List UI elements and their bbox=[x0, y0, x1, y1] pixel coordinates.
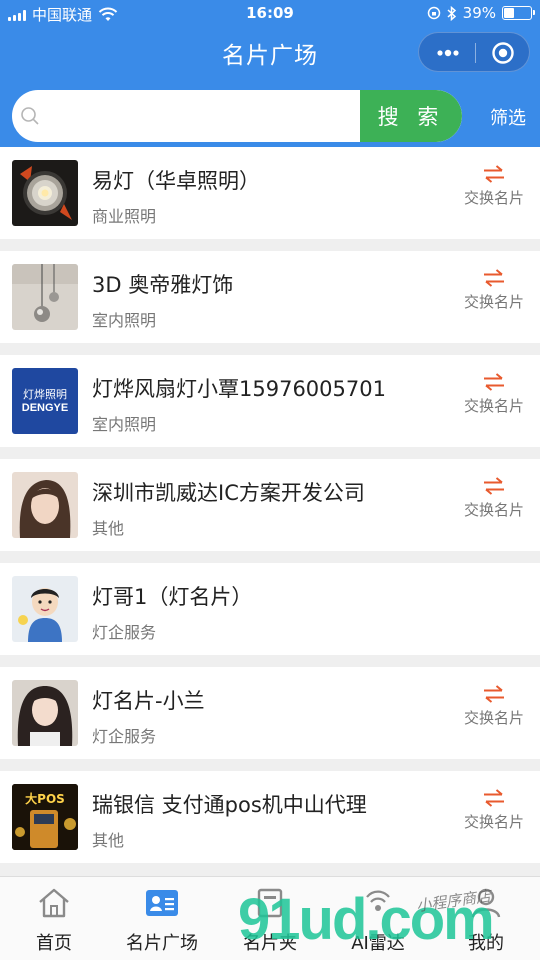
bluetooth-icon bbox=[447, 5, 456, 21]
card-name: 瑞银信 支付通pos机中山代理 bbox=[92, 793, 367, 817]
exchange-card-button[interactable]: 交换名片 bbox=[456, 789, 532, 832]
card-category: 商业照明 bbox=[92, 207, 157, 226]
status-bar: 中国联通 16:09 39% bbox=[0, 0, 540, 28]
tab-label: 我的 bbox=[468, 933, 504, 954]
orientation-lock-icon bbox=[427, 6, 440, 20]
tab-home[interactable]: 首页 bbox=[0, 887, 108, 955]
tab-label: 名片广场 bbox=[126, 933, 198, 954]
card-category: 其他 bbox=[92, 831, 125, 850]
card-item[interactable]: 大POS 瑞银信 支付通pos机中山代理 其他 交换名片 bbox=[0, 771, 540, 863]
card-name: 灯烨风扇灯小覃15976005701 bbox=[92, 377, 386, 401]
tab-bar: 首页 名片广场 名片夹 AI雷达 我的 bbox=[0, 876, 540, 960]
folder-icon bbox=[257, 888, 283, 918]
ad-text: 大POS bbox=[25, 792, 65, 806]
card-name: 灯名片-小兰 bbox=[92, 689, 205, 713]
tab-label: 首页 bbox=[36, 933, 72, 954]
card-name: 易灯（华卓照明） bbox=[92, 169, 260, 193]
card-item[interactable]: 灯烨照明 DENGYE 灯烨风扇灯小覃15976005701 室内照明 交换名片 bbox=[0, 355, 540, 447]
filter-button[interactable]: 筛选 bbox=[490, 104, 526, 130]
exchange-label: 交换名片 bbox=[463, 501, 524, 519]
tab-card-folder[interactable]: 名片夹 bbox=[216, 887, 324, 955]
card-name: 灯哥1（灯名片） bbox=[92, 585, 253, 609]
battery-icon bbox=[502, 6, 535, 20]
pendant-lamp-photo-avatar bbox=[12, 264, 78, 330]
close-program-icon[interactable] bbox=[491, 41, 515, 65]
card-category: 其他 bbox=[92, 519, 125, 538]
card-name: 深圳市凯威达IC方案开发公司 bbox=[92, 481, 365, 505]
exchange-icon bbox=[484, 269, 504, 287]
battery-fill bbox=[504, 8, 514, 18]
mini-program-capsule bbox=[418, 32, 530, 72]
exchange-card-button[interactable]: 交换名片 bbox=[456, 165, 532, 208]
downlight-photo-avatar bbox=[12, 160, 78, 226]
card-item[interactable]: 灯哥1（灯名片） 灯企服务 bbox=[0, 563, 540, 655]
card-item[interactable]: 灯名片-小兰 灯企服务 交换名片 bbox=[0, 667, 540, 759]
exchange-label: 交换名片 bbox=[463, 189, 524, 207]
tab-label: 名片夹 bbox=[243, 933, 297, 954]
exchange-icon bbox=[484, 373, 504, 391]
header-bar: 中国联通 16:09 39% 名片广场 搜 索 筛选 bbox=[0, 0, 540, 147]
exchange-card-button[interactable]: 交换名片 bbox=[456, 685, 532, 728]
logo-subtext: DENGYE bbox=[21, 402, 69, 414]
person-photo-avatar bbox=[12, 472, 78, 538]
card-category: 灯企服务 bbox=[92, 727, 157, 746]
card-name: 3D 奥帝雅灯饰 bbox=[92, 273, 234, 297]
card-item[interactable]: 易灯（华卓照明） 商业照明 交换名片 bbox=[0, 147, 540, 239]
exchange-icon bbox=[484, 477, 504, 495]
exchange-label: 交换名片 bbox=[463, 293, 524, 311]
logo-text: 灯烨照明 bbox=[23, 388, 67, 401]
card-category: 室内照明 bbox=[92, 311, 157, 330]
more-options-icon[interactable] bbox=[433, 43, 463, 63]
card-item[interactable]: 3D 奥帝雅灯饰 室内照明 交换名片 bbox=[0, 251, 540, 343]
profile-icon bbox=[471, 888, 501, 918]
pos-ad-avatar: 大POS bbox=[12, 784, 78, 850]
exchange-card-button[interactable]: 交换名片 bbox=[456, 477, 532, 520]
exchange-icon bbox=[484, 685, 504, 703]
tab-ai-radar[interactable]: AI雷达 bbox=[324, 887, 432, 955]
person-photo-avatar bbox=[12, 680, 78, 746]
exchange-label: 交换名片 bbox=[463, 813, 524, 831]
home-icon bbox=[39, 888, 69, 918]
tab-mine[interactable]: 我的 bbox=[432, 887, 540, 955]
card-item[interactable]: 深圳市凯威达IC方案开发公司 其他 交换名片 bbox=[0, 459, 540, 551]
exchange-card-button[interactable]: 交换名片 bbox=[456, 269, 532, 312]
card-category: 灯企服务 bbox=[92, 623, 157, 642]
card-icon bbox=[146, 890, 178, 916]
exchange-card-button[interactable]: 交换名片 bbox=[456, 373, 532, 416]
radar-icon bbox=[366, 890, 390, 911]
battery-percent: 39% bbox=[462, 4, 496, 22]
search-button[interactable]: 搜 索 bbox=[360, 90, 462, 142]
cartoon-man-avatar bbox=[12, 576, 78, 642]
tab-label: AI雷达 bbox=[351, 933, 405, 954]
card-category: 室内照明 bbox=[92, 415, 157, 434]
exchange-label: 交换名片 bbox=[463, 709, 524, 727]
tab-card-square[interactable]: 名片广场 bbox=[108, 887, 216, 955]
exchange-label: 交换名片 bbox=[463, 397, 524, 415]
exchange-icon bbox=[484, 789, 504, 807]
exchange-icon bbox=[484, 165, 504, 183]
dengye-logo-avatar: 灯烨照明 DENGYE bbox=[12, 368, 78, 434]
search-icon bbox=[21, 107, 39, 125]
search-input[interactable] bbox=[50, 90, 350, 142]
search-bar: 搜 索 bbox=[12, 90, 462, 142]
